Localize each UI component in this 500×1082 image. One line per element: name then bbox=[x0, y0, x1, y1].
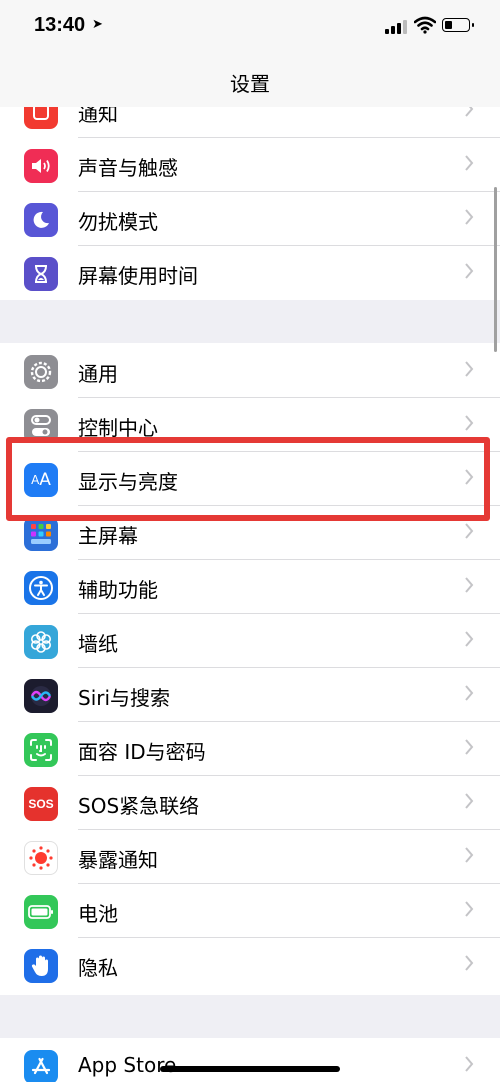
navigation-bar: 设置 bbox=[0, 52, 500, 108]
settings-item-label: 墙纸 bbox=[78, 632, 118, 656]
settings-item-privacy[interactable]: 隐私 bbox=[0, 938, 500, 992]
chevron-right-icon bbox=[465, 955, 474, 971]
gear-icon bbox=[24, 355, 58, 389]
settings-item-label: 主屏幕 bbox=[78, 524, 138, 548]
settings-item-label: 通用 bbox=[78, 362, 118, 386]
settings-item-label: 声音与触感 bbox=[78, 156, 178, 180]
siri-icon bbox=[24, 679, 58, 713]
settings-item-label: 暴露通知 bbox=[78, 848, 158, 872]
notifications-icon bbox=[24, 107, 58, 129]
settings-item-app-store[interactable]: App Store bbox=[0, 1039, 500, 1082]
settings-item-label: 通知 bbox=[78, 107, 118, 126]
home-indicator[interactable] bbox=[160, 1066, 340, 1072]
chevron-right-icon bbox=[465, 415, 474, 431]
settings-group-1: 通知 声音与触感 勿扰模式 屏幕使用时间 bbox=[0, 107, 500, 300]
moon-icon bbox=[24, 203, 58, 237]
settings-item-label: Siri与搜索 bbox=[78, 686, 171, 710]
settings-item-label: 勿扰模式 bbox=[78, 210, 158, 234]
settings-item-exposure-notifications[interactable]: 暴露通知 bbox=[0, 830, 500, 884]
chevron-right-icon bbox=[465, 793, 474, 809]
chevron-right-icon bbox=[465, 901, 474, 917]
hourglass-icon bbox=[24, 257, 58, 291]
chevron-right-icon bbox=[465, 263, 474, 279]
settings-item-face-id[interactable]: 面容 ID与密码 bbox=[0, 722, 500, 776]
highlight-annotation-box bbox=[6, 437, 490, 521]
settings-item-do-not-disturb[interactable]: 勿扰模式 bbox=[0, 192, 500, 246]
home-screen-icon bbox=[24, 517, 58, 551]
settings-item-accessibility[interactable]: 辅助功能 bbox=[0, 560, 500, 614]
battery-status-icon bbox=[442, 18, 474, 32]
settings-item-label: 面容 ID与密码 bbox=[78, 740, 206, 764]
app-store-icon bbox=[24, 1050, 58, 1082]
settings-item-label: 辅助功能 bbox=[78, 578, 158, 602]
chevron-right-icon bbox=[465, 209, 474, 225]
accessibility-icon bbox=[24, 571, 58, 605]
settings-item-emergency-sos[interactable]: SOS SOS紧急联络 bbox=[0, 776, 500, 830]
settings-item-label: App Store bbox=[78, 1053, 177, 1077]
wifi-icon bbox=[414, 16, 436, 34]
flower-icon bbox=[24, 625, 58, 659]
settings-group-3: App Store bbox=[0, 1038, 500, 1082]
chevron-right-icon bbox=[465, 847, 474, 863]
settings-item-sounds[interactable]: 声音与触感 bbox=[0, 138, 500, 192]
settings-item-notifications[interactable]: 通知 bbox=[0, 107, 500, 138]
hand-icon bbox=[24, 949, 58, 983]
sounds-icon bbox=[24, 149, 58, 183]
settings-item-wallpaper[interactable]: 墙纸 bbox=[0, 614, 500, 668]
chevron-right-icon bbox=[465, 1056, 474, 1072]
status-time: 13:40 bbox=[34, 14, 86, 36]
settings-item-label: 隐私 bbox=[78, 956, 118, 980]
sos-icon: SOS bbox=[24, 787, 58, 821]
chevron-right-icon bbox=[465, 685, 474, 701]
settings-item-siri-search[interactable]: Siri与搜索 bbox=[0, 668, 500, 722]
settings-item-battery[interactable]: 电池 bbox=[0, 884, 500, 938]
scroll-indicator bbox=[494, 187, 497, 352]
battery-icon bbox=[24, 895, 58, 929]
page-title: 设置 bbox=[230, 72, 270, 96]
chevron-right-icon bbox=[465, 361, 474, 377]
chevron-right-icon bbox=[465, 631, 474, 647]
settings-list[interactable]: 通知 声音与触感 勿扰模式 屏幕使用时间 通用 控制中心 A A 显示与亮度 主… bbox=[0, 107, 500, 1082]
chevron-right-icon bbox=[465, 523, 474, 539]
chevron-right-icon bbox=[465, 107, 474, 117]
settings-item-label: SOS紧急联络 bbox=[78, 794, 200, 818]
chevron-right-icon bbox=[465, 739, 474, 755]
chevron-right-icon bbox=[465, 577, 474, 593]
settings-item-screen-time[interactable]: 屏幕使用时间 bbox=[0, 246, 500, 300]
face-id-icon bbox=[24, 733, 58, 767]
settings-item-label: 屏幕使用时间 bbox=[78, 264, 198, 288]
cellular-signal-icon bbox=[385, 20, 407, 34]
settings-item-general[interactable]: 通用 bbox=[0, 344, 500, 398]
settings-item-label: 电池 bbox=[78, 902, 118, 926]
location-arrow-icon: ➤ bbox=[92, 17, 103, 32]
chevron-right-icon bbox=[465, 155, 474, 171]
status-bar: 13:40 ➤ bbox=[0, 0, 500, 52]
exposure-icon bbox=[24, 841, 58, 875]
